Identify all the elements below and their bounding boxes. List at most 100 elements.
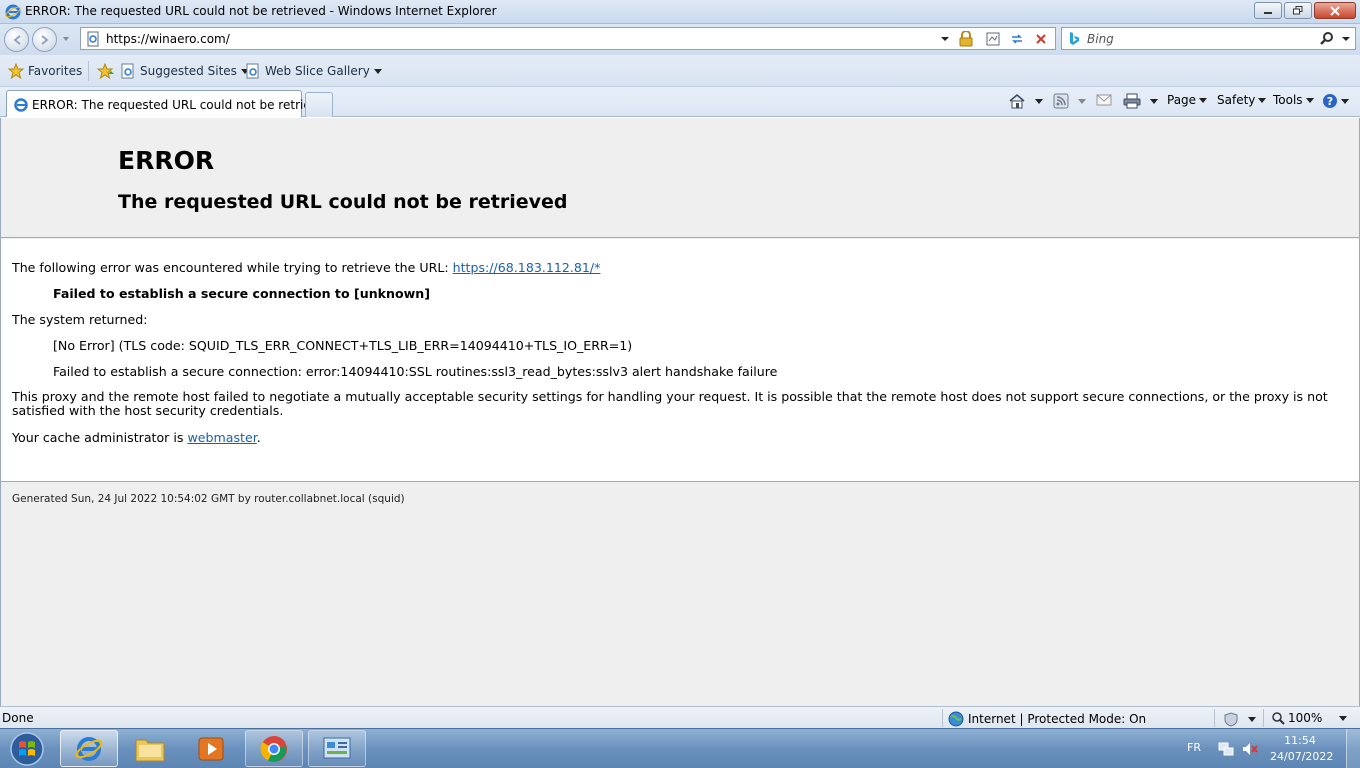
restore-button[interactable]	[1284, 2, 1312, 19]
show-desktop-button[interactable]	[1346, 729, 1360, 768]
forward-button[interactable]	[32, 27, 57, 52]
refresh-icon	[1012, 34, 1022, 44]
error-url-link[interactable]: https://68.183.112.81/*	[453, 260, 601, 275]
favorites-button[interactable]: Favorites	[8, 63, 82, 79]
zoom-control[interactable]: 100%	[1271, 711, 1348, 725]
safety-menu-label: Safety	[1217, 93, 1256, 107]
network-icon[interactable]	[1218, 741, 1234, 757]
security-zone[interactable]: Internet | Protected Mode: On	[948, 711, 1146, 727]
restore-icon	[1293, 6, 1303, 15]
compatibility-view-button[interactable]	[984, 30, 1002, 48]
tools-menu-button[interactable]: Tools	[1273, 93, 1314, 107]
taskbar-chrome[interactable]	[245, 730, 303, 767]
help-button[interactable]: ?	[1322, 93, 1349, 109]
error-subheading: The requested URL could not be retrieved	[118, 191, 568, 213]
favorites-separator	[88, 61, 89, 81]
taskbar-control-panel[interactable]	[308, 730, 366, 767]
chevron-down-icon	[1341, 98, 1349, 104]
recent-pages-dropdown[interactable]	[61, 34, 71, 44]
zoom-icon	[1272, 712, 1285, 725]
tools-menu-label: Tools	[1273, 93, 1303, 107]
window-controls	[1254, 2, 1356, 19]
refresh-button[interactable]	[1008, 30, 1026, 48]
page-menu-label: Page	[1167, 93, 1197, 107]
tab-active[interactable]: ERROR: The requested URL could not be re…	[6, 90, 333, 117]
page-menu-button[interactable]: Page	[1167, 93, 1208, 107]
security-lock-button[interactable]	[957, 30, 975, 48]
ssl-error-message: Failed to establish a secure connection:…	[53, 364, 778, 379]
generated-footer: Generated Sun, 24 Jul 2022 10:54:02 GMT …	[12, 493, 405, 505]
intro-line: The following error was encountered whil…	[12, 260, 600, 275]
status-separator	[1263, 709, 1264, 727]
suggested-sites-button[interactable]: Suggested Sites	[120, 63, 249, 79]
zoom-level: 100%	[1288, 711, 1323, 725]
add-to-favorites-bar-button[interactable]	[97, 63, 115, 79]
web-slice-gallery-button[interactable]: Web Slice Gallery	[245, 63, 382, 79]
compatibility-icon	[986, 32, 1000, 46]
minimize-button[interactable]	[1254, 2, 1282, 19]
taskbar-internet-explorer[interactable]	[60, 730, 118, 767]
address-bar[interactable]: https://winaero.com/	[80, 27, 1056, 50]
volume-muted-icon[interactable]	[1242, 741, 1258, 757]
stop-button[interactable]	[1032, 30, 1050, 48]
search-options-dropdown[interactable]	[1341, 34, 1351, 44]
language-indicator[interactable]: FR	[1187, 741, 1201, 754]
system-clock[interactable]: 11:54 24/07/2022	[1270, 733, 1333, 765]
chevron-down-icon	[1248, 716, 1256, 722]
protected-mode-button[interactable]	[1222, 711, 1256, 727]
control-panel-icon	[323, 737, 351, 758]
error-heading: ERROR	[118, 146, 215, 175]
internet-explorer-icon	[75, 736, 103, 761]
status-bar: Done Internet | Protected Mode: On 100%	[0, 706, 1360, 728]
star-icon	[8, 63, 24, 79]
suggested-sites-label: Suggested Sites	[140, 64, 237, 78]
protected-mode-icon	[1224, 712, 1238, 727]
chevron-down-icon	[1150, 98, 1158, 104]
title-bar: ERROR: The requested URL could not be re…	[0, 0, 1360, 24]
tab-bar: ERROR: The requested URL could not be re…	[0, 87, 1360, 117]
chevron-down-icon	[1258, 97, 1267, 103]
rss-feed-icon	[1053, 93, 1069, 109]
search-placeholder[interactable]: Bing	[1087, 32, 1114, 46]
chevron-down-icon	[1078, 98, 1086, 104]
close-window-button[interactable]	[1314, 2, 1356, 19]
print-button[interactable]	[1123, 93, 1158, 109]
tab-label: ERROR: The requested URL could not be re…	[32, 98, 333, 112]
page-icon	[87, 31, 99, 47]
url-text[interactable]: https://winaero.com/	[106, 32, 230, 46]
web-slice-gallery-label: Web Slice Gallery	[265, 64, 370, 78]
taskbar: FR 11:54 24/07/2022	[0, 728, 1360, 768]
admin-prefix: Your cache administrator is	[12, 430, 184, 445]
tls-code-message: [No Error] (TLS code: SQUID_TLS_ERR_CONN…	[53, 338, 633, 353]
globe-icon	[948, 711, 964, 727]
favorites-label: Favorites	[28, 64, 83, 78]
search-icon[interactable]	[1319, 31, 1335, 47]
intro-text: The following error was encountered whil…	[12, 260, 449, 275]
close-icon	[1330, 5, 1340, 16]
forward-arrow-icon	[40, 34, 49, 45]
ie-page-icon	[246, 63, 259, 79]
media-player-icon	[198, 737, 224, 760]
new-tab-button[interactable]	[305, 92, 333, 117]
minimize-icon	[1264, 11, 1272, 14]
address-dropdown-button[interactable]	[936, 30, 954, 48]
search-box[interactable]: Bing	[1061, 27, 1356, 50]
stop-icon	[1036, 34, 1046, 44]
feeds-button[interactable]	[1053, 93, 1086, 109]
webmaster-link[interactable]: webmaster	[187, 430, 256, 445]
ie-icon	[14, 98, 28, 112]
back-button[interactable]	[4, 27, 29, 52]
status-text: Done	[2, 711, 34, 725]
start-button[interactable]	[4, 731, 50, 767]
window-title: ERROR: The requested URL could not be re…	[25, 4, 497, 18]
read-mail-button[interactable]	[1096, 93, 1112, 107]
bing-icon	[1070, 32, 1079, 45]
svg-text:?: ?	[1327, 95, 1333, 108]
home-icon	[1009, 93, 1025, 109]
taskbar-file-explorer[interactable]	[121, 730, 179, 767]
ie-icon	[5, 4, 21, 20]
clock-time: 11:54	[1284, 734, 1316, 747]
home-button[interactable]	[1008, 93, 1043, 109]
taskbar-media-player[interactable]	[182, 730, 240, 767]
safety-menu-button[interactable]: Safety	[1217, 93, 1267, 107]
